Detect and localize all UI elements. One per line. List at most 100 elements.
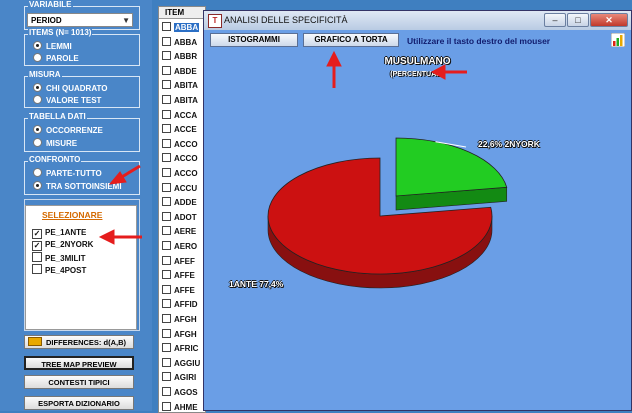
checkbox-icon[interactable]	[162, 168, 171, 177]
checkbox-icon[interactable]	[162, 314, 171, 323]
radio-icon[interactable]	[33, 181, 42, 190]
list-item[interactable]: AFFE	[162, 284, 195, 295]
selezionare-link[interactable]: SELEZIONARE	[42, 210, 102, 220]
list-item[interactable]: ABBR	[162, 51, 197, 61]
list-item[interactable]: AERO	[162, 241, 197, 251]
radio-tra-sottoinsiemi[interactable]: TRA SOTTOINSIEMI	[33, 181, 122, 191]
specificita-window: T ANALISI DELLE SPECIFICITÀ – □ ✕ ISTOGR…	[203, 10, 632, 411]
list-item[interactable]: ABDE	[162, 65, 197, 76]
confronto-title: CONFRONTO	[28, 155, 82, 164]
list-item[interactable]: AFEF	[162, 255, 195, 266]
list-item[interactable]: AFGH	[162, 328, 197, 339]
radio-icon[interactable]	[33, 95, 42, 104]
checkbox-icon[interactable]	[32, 252, 42, 262]
checkbox-icon[interactable]	[162, 65, 171, 75]
radio-lemmi[interactable]: LEMMI	[33, 41, 72, 51]
check-pe-1ante[interactable]: ✓ PE_1ANTE	[32, 228, 86, 239]
misura-group: MISURA CHI QUADRATO VALORE TEST	[24, 70, 140, 108]
list-item[interactable]: ACCU	[162, 182, 197, 193]
checkbox-icon[interactable]: ✓	[32, 241, 42, 251]
tree-map-preview-button[interactable]: TREE MAP PREVIEW	[24, 356, 134, 370]
selezionare-box: SELEZIONARE ✓ PE_1ANTE ✓ PE_2NYORK PE_3MIL…	[25, 205, 137, 330]
list-item[interactable]: AERE	[162, 226, 196, 236]
differences-icon	[28, 337, 42, 346]
checkbox-icon[interactable]	[162, 343, 171, 353]
checkbox-icon[interactable]	[162, 299, 171, 309]
variabile-value: PERIOD	[31, 16, 62, 25]
checkbox-icon[interactable]	[162, 284, 171, 294]
list-item[interactable]: ADDE	[162, 197, 197, 207]
checkbox-icon[interactable]	[32, 264, 42, 274]
checkbox-icon[interactable]: ✓	[32, 229, 42, 239]
pie-chart	[267, 137, 508, 289]
confronto-group: CONFRONTO PARTE-TUTTO TRA SOTTOINSIEMI	[24, 155, 140, 195]
list-item[interactable]: AGIRI	[162, 372, 196, 382]
checkbox-icon[interactable]	[162, 124, 171, 134]
checkbox-icon[interactable]	[162, 226, 171, 236]
variabile-select[interactable]: PERIOD ▼	[27, 13, 133, 27]
misura-title: MISURA	[28, 70, 62, 79]
radio-icon[interactable]	[33, 53, 42, 62]
radio-icon[interactable]	[33, 138, 42, 147]
checkbox-icon[interactable]	[162, 270, 171, 280]
checkbox-icon[interactable]	[162, 241, 171, 250]
list-item[interactable]: ABITA	[162, 95, 198, 105]
items-title: ITEMS (N= 1013)	[28, 28, 93, 37]
checkbox-icon[interactable]	[162, 197, 171, 207]
radio-icon[interactable]	[33, 83, 42, 92]
options-panel: VARIABILE PERIOD ▼ ITEMS (N= 1013) LEMMI…	[0, 0, 152, 411]
checkbox-icon[interactable]	[162, 95, 171, 104]
list-item[interactable]: AFFE	[162, 270, 195, 280]
tabella-title: TABELLA DATI	[28, 112, 87, 121]
radio-icon[interactable]	[33, 41, 42, 50]
checkbox-icon[interactable]	[162, 109, 171, 119]
radio-misure[interactable]: MISURE	[33, 138, 77, 148]
list-item[interactable]: ADOT	[162, 211, 197, 222]
list-item[interactable]: AFRIC	[162, 343, 198, 353]
list-item[interactable]: ACCO	[162, 153, 198, 163]
list-item[interactable]: AFGH	[162, 314, 197, 324]
radio-occorrenze[interactable]: OCCORRENZE	[33, 125, 103, 135]
radio-parte-tutto[interactable]: PARTE-TUTTO	[33, 168, 102, 178]
checkbox-icon[interactable]	[162, 51, 171, 61]
checkbox-icon[interactable]	[162, 372, 171, 382]
check-pe-3milit[interactable]: PE_3MILIT	[32, 252, 85, 263]
checkbox-icon[interactable]	[162, 80, 171, 90]
radio-icon[interactable]	[33, 168, 42, 177]
checkbox-icon[interactable]	[162, 153, 171, 163]
checkbox-icon[interactable]	[162, 22, 171, 31]
slice-label-2nyork: 22,6% 2NYORK	[478, 139, 540, 149]
item-list: ITEM ABBA ABBA ABBR ABDE ABITA ABITA ACCA ACCE A…	[158, 6, 206, 413]
differences-button[interactable]: DIFFERENCES: d(A,B)	[24, 335, 134, 349]
list-item[interactable]: AGGIU	[162, 357, 200, 368]
list-item[interactable]: ACCO	[162, 138, 198, 149]
checkbox-icon[interactable]	[162, 211, 171, 221]
list-item[interactable]: AFFID	[162, 299, 198, 309]
list-item[interactable]: ACCO	[162, 168, 198, 178]
checkbox-icon[interactable]	[162, 387, 171, 396]
esporta-dizionario-button[interactable]: ESPORTA DIZIONARIO	[24, 396, 134, 410]
check-pe-4post[interactable]: PE_4POST	[32, 264, 86, 275]
contesti-tipici-button[interactable]: CONTESTI TIPICI	[24, 375, 134, 389]
list-item[interactable]: ABITA	[162, 80, 198, 90]
checkbox-icon[interactable]	[162, 357, 171, 367]
checkbox-icon[interactable]	[162, 182, 171, 192]
radio-valore-test[interactable]: VALORE TEST	[33, 95, 101, 105]
checkbox-icon[interactable]	[162, 36, 171, 46]
radio-chi-quadrato[interactable]: CHI QUADRATO	[33, 83, 107, 93]
list-item[interactable]: ACCA	[162, 109, 197, 120]
radio-parole[interactable]: PAROLE	[33, 53, 79, 63]
radio-icon[interactable]	[33, 125, 42, 134]
check-pe-2nyork[interactable]: ✓ PE_2NYORK	[32, 240, 93, 251]
list-item[interactable]: ACCE	[162, 124, 197, 134]
checkbox-icon[interactable]	[162, 138, 171, 148]
checkbox-icon[interactable]	[162, 328, 171, 338]
list-item[interactable]: ABBA	[162, 36, 197, 47]
checkbox-icon[interactable]	[162, 401, 171, 411]
list-item[interactable]: AGOS	[162, 387, 198, 397]
list-item[interactable]: ABBA	[162, 22, 200, 32]
item-list-header: ITEM	[159, 7, 205, 19]
chevron-down-icon[interactable]: ▼	[122, 14, 130, 28]
checkbox-icon[interactable]	[162, 255, 171, 265]
list-item[interactable]: AHME	[162, 401, 198, 412]
